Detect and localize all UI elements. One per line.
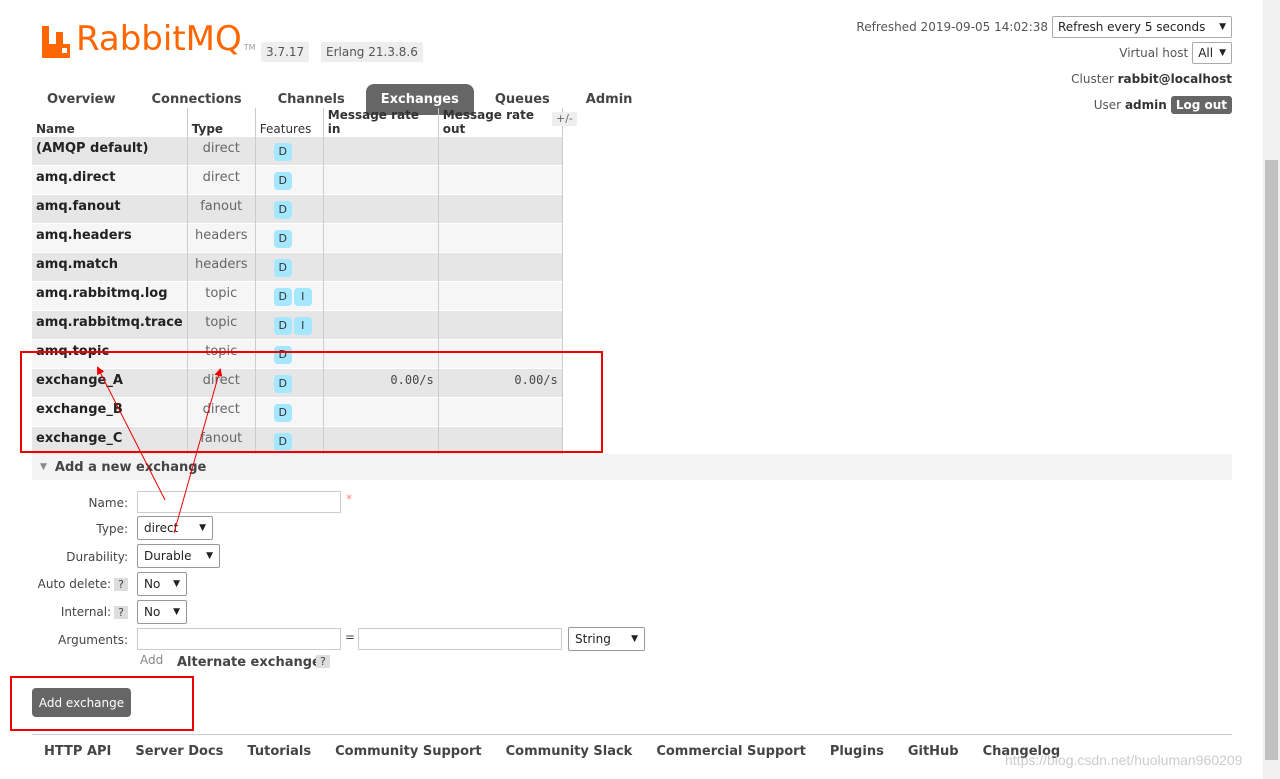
footer-link-community-support[interactable]: Community Support (335, 744, 482, 759)
footer-link-commercial-support[interactable]: Commercial Support (656, 744, 806, 759)
footer-link-github[interactable]: GitHub (908, 744, 959, 759)
footer-link-plugins[interactable]: Plugins (830, 744, 884, 759)
scrollbar-thumb[interactable] (1265, 160, 1278, 760)
annotation-arrows (97, 366, 223, 534)
footer-link-tutorials[interactable]: Tutorials (247, 744, 311, 759)
footer-links: HTTP API Server Docs Tutorials Community… (44, 744, 1084, 759)
footer-divider (32, 734, 1232, 735)
footer-link-http-api[interactable]: HTTP API (44, 744, 111, 759)
footer-link-community-slack[interactable]: Community Slack (506, 744, 633, 759)
vertical-scrollbar[interactable] (1263, 0, 1280, 779)
arrow-to-direct-type (173, 368, 223, 534)
watermark: https://blog.csdn.net/huoluman960209 (1005, 752, 1243, 768)
footer-link-server-docs[interactable]: Server Docs (135, 744, 223, 759)
arrow-to-exchange-a (97, 366, 166, 501)
